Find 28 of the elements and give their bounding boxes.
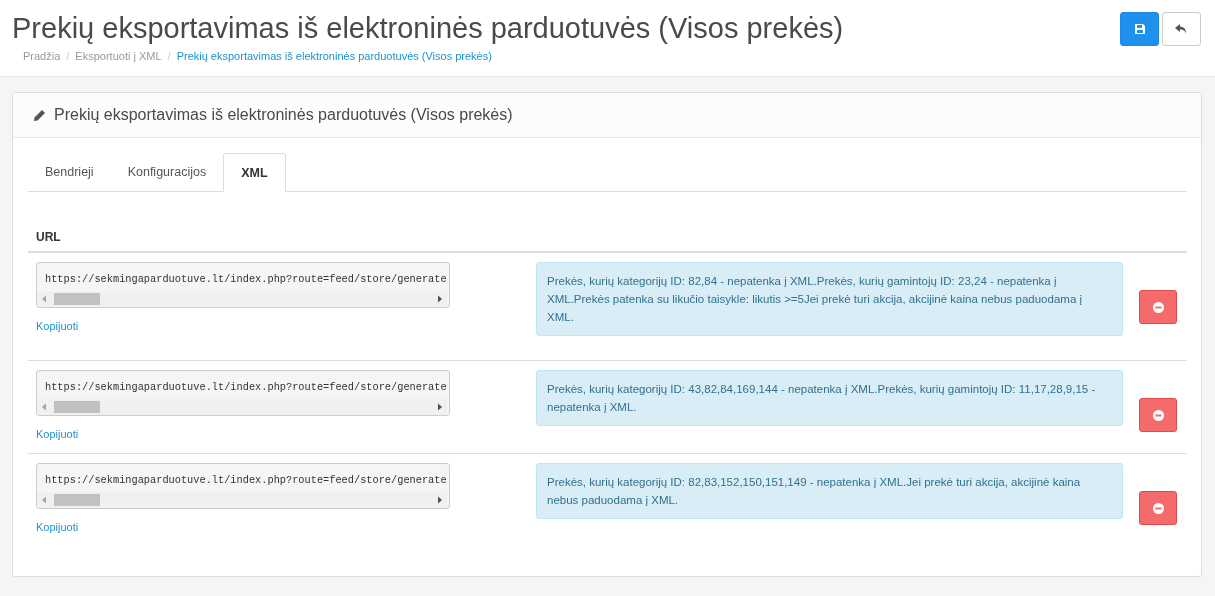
reply-arrow-icon [1175,23,1188,35]
tab[interactable]: Bendrieji [28,153,111,191]
info-alert: Prekės, kurių kategorijų ID: 43,82,84,169,144 - nepatenka į XML.Prekės, kurių gamintojų ID: 11,17,28,9,15 - nepatenka į XML. [536,370,1123,426]
breadcrumb-separator: / [66,50,70,62]
copy-link[interactable]: Kopijuoti [36,428,79,440]
breadcrumb-separator: / [167,50,171,62]
tab[interactable]: Konfiguracijos [110,153,224,191]
remove-button[interactable] [1139,491,1177,525]
info-alert: Prekės, kurių kategorijų ID: 82,84 - nepatenka į XML.Prekės, kurių gamintojų ID: 23,24 - nepatenka į XML.Prekės patenka su likučio taisykle: likutis >=5Jei prekė turi akcija, akcijinė kaina nebus paduodama į XML. [536,262,1123,336]
back-button[interactable] [1162,12,1201,46]
save-button[interactable] [1120,12,1159,46]
copy-link[interactable]: Kopijuoti [36,521,79,533]
breadcrumb-link[interactable]: Prekių eksportavimas iš elektroninės parduotuvės (Visos prekės) [176,50,492,62]
remove-button[interactable] [1139,398,1177,432]
url-field[interactable]: https://sekmingaparduotuve.lt/index.php?route=feed/store/generate [36,262,450,308]
url-field[interactable]: https://sekmingaparduotuve.lt/index.php?route=feed/store/generate [36,370,450,416]
page-title: Prekių eksportavimas iš elektroninės parduotuvės (Visos prekės) [12,11,844,46]
panel-title: Prekių eksportavimas iš elektroninės parduotuvės (Visos prekės) [54,106,513,124]
minus-circle-icon [1152,301,1164,313]
tab[interactable]: XML [223,153,286,192]
minus-circle-icon [1152,502,1164,514]
pencil-icon [33,108,46,122]
info-alert: Prekės, kurių kategorijų ID: 82,83,152,150,151,149 - nepatenka į XML.Jei prekė turi akcija, akcijinė kaina nebus paduodama į XML. [536,463,1123,519]
remove-button[interactable] [1139,290,1177,324]
minus-circle-icon [1152,409,1164,421]
url-field[interactable]: https://sekmingaparduotuve.lt/index.php?route=feed/store/generate [36,463,450,509]
column-header: URL [28,222,1187,253]
copy-link[interactable]: Kopijuoti [36,320,79,332]
